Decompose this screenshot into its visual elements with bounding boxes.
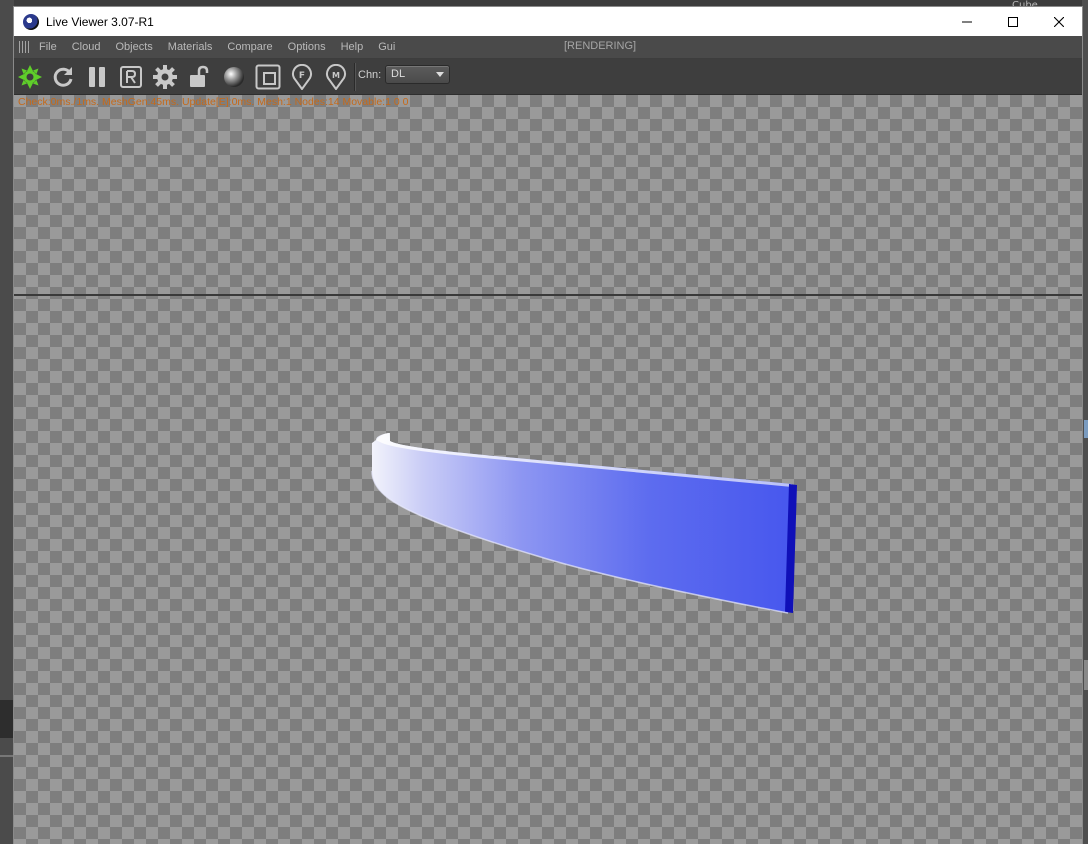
background-panel-divider: [0, 755, 14, 757]
menu-cloud[interactable]: Cloud: [72, 41, 101, 53]
background-left-panel: [0, 0, 14, 844]
channel-value: DL: [391, 68, 406, 80]
render-viewport[interactable]: Check:0ms./1ms. MeshGen:45ms. Update[E]:…: [14, 95, 1082, 844]
minimize-icon: [962, 21, 972, 22]
menu-file[interactable]: File: [39, 41, 57, 53]
lock-icon[interactable]: [186, 64, 212, 90]
background-scroll-marker-2: [1084, 660, 1088, 690]
clay-mode-icon[interactable]: [255, 64, 281, 90]
menu-options[interactable]: Options: [288, 41, 326, 53]
maximize-button[interactable]: [990, 7, 1036, 36]
render-status: [RENDERING]: [564, 40, 637, 52]
window-title: Live Viewer 3.07-R1: [46, 14, 154, 29]
live-viewer-window: Live Viewer 3.07-R1 File Cloud Objects M…: [14, 7, 1082, 844]
close-icon: [1054, 16, 1064, 27]
menu-materials[interactable]: Materials: [168, 41, 213, 53]
minimize-button[interactable]: [944, 7, 990, 36]
menu-compare[interactable]: Compare: [227, 41, 272, 53]
channel-select[interactable]: DL: [385, 65, 450, 84]
chevron-down-icon: [436, 72, 444, 77]
close-button[interactable]: [1036, 7, 1082, 36]
svg-text:F: F: [299, 71, 305, 81]
pause-icon[interactable]: [84, 64, 110, 90]
settings-icon[interactable]: [152, 64, 178, 90]
svg-text:M: M: [332, 71, 340, 80]
menu-bar: File Cloud Objects Materials Compare Opt…: [14, 36, 1082, 59]
channel-label: Chn:: [358, 69, 382, 81]
menu-help[interactable]: Help: [341, 41, 364, 53]
rendered-object: [371, 433, 797, 614]
menu-objects[interactable]: Objects: [115, 41, 152, 53]
title-bar[interactable]: Live Viewer 3.07-R1: [14, 7, 1082, 36]
window-controls: [944, 7, 1082, 36]
strip-face: [372, 433, 792, 613]
app-logo-icon: [23, 13, 39, 30]
restart-icon[interactable]: [50, 64, 76, 90]
maximize-icon: [1008, 16, 1018, 27]
material-picker-icon[interactable]: M: [323, 64, 349, 90]
toolbar-separator: [354, 63, 355, 91]
background-right-panel: [1082, 0, 1088, 844]
menu-gui[interactable]: Gui: [378, 41, 395, 53]
send-scene-icon[interactable]: [17, 64, 43, 90]
background-scroll-marker: [1084, 420, 1088, 438]
toolbar: F M Chn: DL: [14, 59, 1082, 95]
focus-picker-icon[interactable]: F: [289, 64, 315, 90]
background-panel-block: [0, 700, 14, 738]
material-ball-icon[interactable]: [221, 64, 247, 90]
region-render-icon[interactable]: [118, 64, 144, 90]
menu-grip-icon[interactable]: [19, 41, 31, 53]
